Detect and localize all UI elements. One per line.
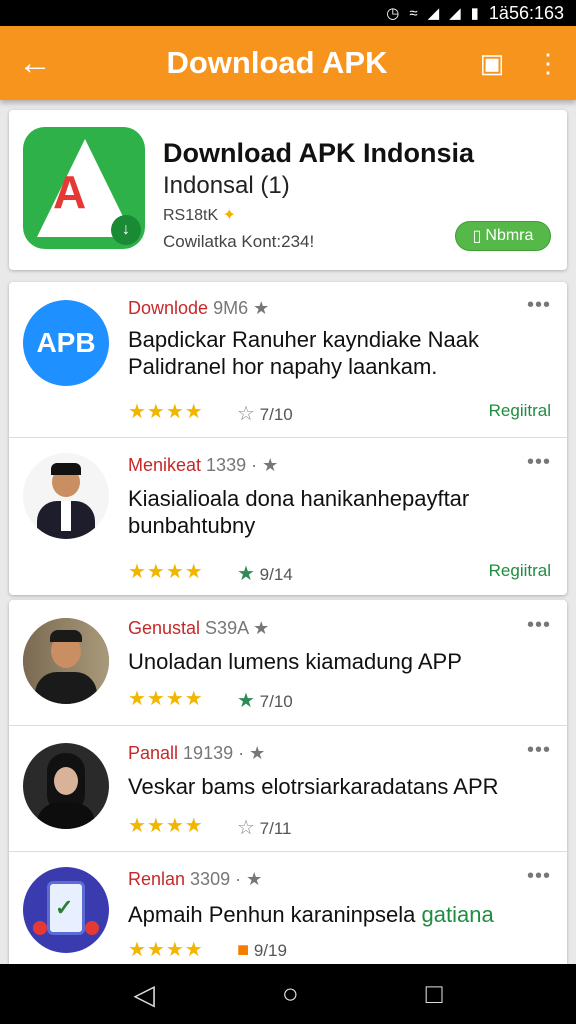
list-item[interactable]: APB Downlode 9M6 ★ ••• Bapdickar Ranuher… xyxy=(9,282,567,437)
rating-stars: ★★★★ xyxy=(128,561,204,583)
rating-stars: ★★★★ xyxy=(128,815,204,837)
item-body: Apmaih Penhun karaninpsela gatiana xyxy=(128,902,494,927)
sparkle-icon: ✦ xyxy=(222,207,236,224)
install-button-label: Nbmra xyxy=(485,227,534,244)
item-header: Renlan 3309 · ★ xyxy=(128,869,263,889)
item-header: Genustal S39A ★ xyxy=(128,618,270,638)
more-icon[interactable]: ••• xyxy=(527,451,551,474)
divider xyxy=(9,725,567,726)
app-logo: A ↓ xyxy=(23,127,145,249)
apb-logo: APB xyxy=(23,300,109,386)
list-item[interactable]: Panall 19139 · ★ ••• Veskar bams elotrsi… xyxy=(9,725,567,851)
app-meta: RS18tK ✦ xyxy=(163,207,236,224)
app-downloads: Cowilatka Kont:234! xyxy=(163,232,315,251)
nav-bar: ◁ ○ □ xyxy=(0,964,576,1024)
list-item[interactable]: Menikeat 1339 · ★ ••• Kiasialioala dona … xyxy=(9,437,567,595)
item-body: Kiasialioala dona hanikanhepayftar bunba… xyxy=(128,486,470,538)
list-item[interactable]: Genustal S39A ★ ••• Unoladan lumens kiam… xyxy=(9,600,567,725)
avatar xyxy=(23,453,109,539)
alarm-icon: ◷ xyxy=(386,5,400,22)
app-hero-card: A ↓ Download APK Indonsia Indonsal (1) R… xyxy=(9,110,567,270)
rating-stars: ★★★★ xyxy=(128,939,204,961)
more-icon[interactable]: ••• xyxy=(527,294,551,317)
item-score: ☆ 7/11 xyxy=(237,817,292,839)
more-icon[interactable]: ••• xyxy=(527,614,551,637)
item-body: Veskar bams elotrsiarkaradatans APR xyxy=(128,774,499,799)
star-outline-icon: ☆ xyxy=(237,817,255,839)
star-icon: ★ xyxy=(237,563,255,585)
status-time: 1ä56:163 xyxy=(488,2,564,23)
lock-icon: ■ xyxy=(237,939,250,961)
item-header: Downlode 9M6 ★ xyxy=(128,298,270,318)
back-nav-icon[interactable]: ◁ xyxy=(133,978,155,1011)
signal-icon-2: ◢ xyxy=(449,5,461,22)
item-body: Unoladan lumens kiamadung APP xyxy=(128,649,462,674)
app-subtitle: Indonsal (1) xyxy=(163,172,290,199)
more-icon[interactable]: ••• xyxy=(527,865,551,888)
app-icon: ✓ xyxy=(23,867,109,953)
overflow-menu-icon[interactable]: ⋮ xyxy=(520,48,576,79)
avatar xyxy=(23,618,109,704)
rating-stars: ★★★★ xyxy=(128,401,204,423)
download-badge-icon: ↓ xyxy=(111,215,141,245)
back-arrow-icon[interactable]: ← xyxy=(0,46,70,80)
app-bar: ← Download APK ▣ ⋮ xyxy=(0,26,576,100)
item-score: ■ 9/19 xyxy=(237,939,287,961)
item-header: Panall 19139 · ★ xyxy=(128,743,266,763)
install-button[interactable]: ▯ Nbmra xyxy=(455,221,551,251)
item-score: ★ 7/10 xyxy=(237,690,293,712)
divider xyxy=(9,851,567,852)
home-nav-icon[interactable]: ○ xyxy=(282,978,299,1010)
battery-icon: ▮ xyxy=(470,5,479,22)
list-item[interactable]: ✓ Renlan 3309 · ★ ••• Apmaih Penhun kara… xyxy=(9,851,567,970)
more-icon[interactable]: ••• xyxy=(527,739,551,762)
divider xyxy=(9,437,567,438)
item-header: Menikeat 1339 · ★ xyxy=(128,455,279,475)
rating-stars: ★★★★ xyxy=(128,688,204,710)
item-status[interactable]: Regiitral xyxy=(489,401,551,421)
star-outline-icon: ☆ xyxy=(237,403,255,425)
wifi-icon: ≈ xyxy=(409,4,418,22)
signal-icon: ◢ xyxy=(427,5,440,22)
app-bar-title: Download APK xyxy=(166,45,388,80)
item-body: Bapdickar Ranuher kayndiake Naak Palidra… xyxy=(128,327,479,379)
star-icon: ★ xyxy=(237,690,255,712)
app-name: Download APK Indonsia xyxy=(163,138,475,168)
status-bar: ◷ ≈ ◢ ◢ ▮ 1ä56:163 xyxy=(0,0,576,26)
search-icon[interactable]: ▣ xyxy=(464,48,520,79)
file-icon: ▯ xyxy=(472,228,482,245)
recents-nav-icon[interactable]: □ xyxy=(426,978,443,1010)
avatar xyxy=(23,743,109,829)
list-card-2: Genustal S39A ★ ••• Unoladan lumens kiam… xyxy=(9,600,567,970)
list-card-1: APB Downlode 9M6 ★ ••• Bapdickar Ranuher… xyxy=(9,282,567,595)
item-score: ★ 9/14 xyxy=(237,563,293,585)
item-status[interactable]: Regiitral xyxy=(489,561,551,581)
item-score: ☆ 7/10 xyxy=(237,403,293,425)
